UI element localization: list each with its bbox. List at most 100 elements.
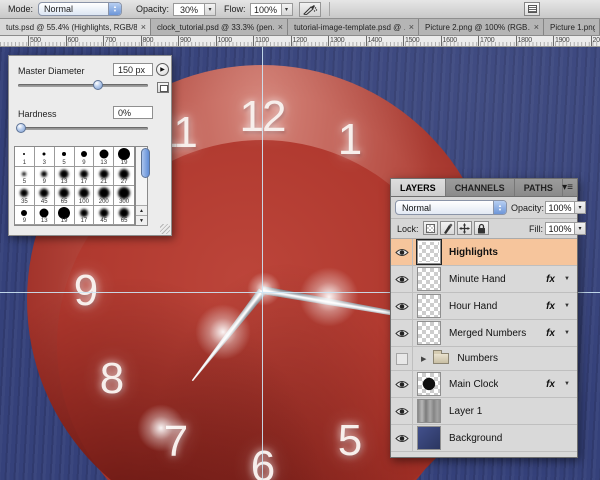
brush-preset[interactable]: 13 bbox=[55, 167, 75, 187]
document-tab[interactable]: clock_tutorial.psd @ 33.3% (pen…× bbox=[151, 19, 288, 35]
master-diameter-slider[interactable] bbox=[18, 84, 148, 87]
flow-slider-arrow[interactable]: ▾ bbox=[282, 3, 293, 16]
layer-row[interactable]: Merged Numbersfx▼ bbox=[391, 320, 577, 347]
hardness-input[interactable]: 0% bbox=[113, 106, 153, 119]
document-tab[interactable]: Picture 2.png @ 100% (RGB…× bbox=[419, 19, 544, 35]
tab-close-icon[interactable]: × bbox=[141, 22, 146, 32]
visibility-toggle[interactable] bbox=[391, 320, 413, 346]
panel-flyout-button[interactable]: ▶ bbox=[156, 63, 169, 76]
layer-fx-badge[interactable]: fx bbox=[546, 379, 555, 390]
brush-preset[interactable]: 19 bbox=[114, 147, 134, 167]
panel-tab-channels[interactable]: CHANNELS bbox=[446, 179, 515, 196]
group-expand-icon[interactable]: ▶ bbox=[421, 355, 426, 363]
panel-tab-paths[interactable]: PATHS bbox=[515, 179, 563, 196]
layer-fx-badge[interactable]: fx bbox=[546, 328, 555, 339]
brush-preset[interactable]: 9 bbox=[35, 167, 55, 187]
layer-thumbnail[interactable] bbox=[417, 426, 441, 450]
visibility-toggle[interactable] bbox=[391, 425, 413, 451]
hardness-slider-thumb[interactable] bbox=[16, 123, 26, 133]
lock-transparency-button[interactable] bbox=[423, 221, 438, 235]
brush-preset[interactable]: 300 bbox=[114, 186, 134, 206]
layer-fx-badge[interactable]: fx bbox=[546, 301, 555, 312]
visibility-toggle[interactable] bbox=[391, 398, 413, 424]
brush-preset[interactable]: 1 bbox=[15, 147, 35, 167]
layer-thumbnail[interactable] bbox=[417, 294, 441, 318]
layer-thumbnail[interactable] bbox=[417, 399, 441, 423]
flow-input[interactable]: 100% bbox=[250, 3, 282, 16]
opacity-input[interactable]: 30% bbox=[173, 3, 205, 16]
lock-pixels-button[interactable] bbox=[440, 221, 455, 235]
layer-row[interactable]: Background bbox=[391, 425, 577, 452]
lock-position-button[interactable] bbox=[457, 221, 472, 235]
layer-row[interactable]: Main Clockfx▼ bbox=[391, 371, 577, 398]
brush-preset[interactable]: 35 bbox=[15, 186, 35, 206]
layer-thumbnail[interactable] bbox=[417, 372, 441, 396]
panel-list-icon bbox=[528, 5, 537, 13]
create-preset-icon[interactable] bbox=[157, 82, 169, 93]
brush-preset[interactable]: 45 bbox=[35, 186, 55, 206]
layer-thumbnail[interactable] bbox=[417, 321, 441, 345]
visibility-toggle[interactable] bbox=[391, 293, 413, 319]
layer-opacity-arrow[interactable]: ▾ bbox=[575, 201, 586, 214]
layer-row[interactable]: Layer 1 bbox=[391, 398, 577, 425]
vertical-guide[interactable] bbox=[262, 47, 263, 480]
layer-thumbnail[interactable] bbox=[417, 240, 441, 264]
fx-collapse-icon[interactable]: ▼ bbox=[564, 330, 570, 336]
layer-row[interactable]: Hour Handfx▼ bbox=[391, 293, 577, 320]
brush-preset[interactable]: 100 bbox=[75, 186, 95, 206]
opacity-slider-arrow[interactable]: ▾ bbox=[205, 3, 216, 16]
visibility-toggle[interactable] bbox=[391, 239, 413, 265]
document-tab[interactable]: tutorial-image-template.psd @ …× bbox=[288, 19, 419, 35]
brush-preset[interactable]: 9 bbox=[75, 147, 95, 167]
layer-thumbnail[interactable] bbox=[417, 267, 441, 291]
scrollbar-thumb[interactable] bbox=[141, 148, 150, 178]
brush-preset[interactable]: 21 bbox=[94, 167, 114, 187]
document-tab[interactable]: tuts.psd @ 55.4% (Highlights, RGB/8) *× bbox=[0, 19, 151, 35]
brush-preset[interactable]: 200 bbox=[94, 186, 114, 206]
brush-preset[interactable]: 65 bbox=[114, 206, 134, 226]
brush-preset[interactable]: 17 bbox=[75, 206, 95, 226]
airbrush-button[interactable] bbox=[299, 2, 321, 17]
tab-close-icon[interactable]: × bbox=[278, 22, 283, 32]
fx-collapse-icon[interactable]: ▼ bbox=[564, 276, 570, 282]
layer-opacity-input[interactable]: 100% bbox=[545, 201, 575, 214]
layer-row[interactable]: Minute Handfx▼ bbox=[391, 266, 577, 293]
brush-preset[interactable]: 27 bbox=[114, 167, 134, 187]
brush-grid-scrollbar[interactable]: ▲ ▼ bbox=[135, 146, 148, 226]
layer-fx-badge[interactable]: fx bbox=[546, 274, 555, 285]
master-diameter-slider-thumb[interactable] bbox=[93, 80, 103, 90]
resize-grip[interactable] bbox=[160, 224, 170, 234]
layer-blend-mode-select[interactable]: Normal ▲▼ bbox=[395, 200, 507, 215]
brush-preset[interactable]: 3 bbox=[35, 147, 55, 167]
visibility-toggle[interactable] bbox=[391, 371, 413, 397]
brush-preset[interactable]: 19 bbox=[55, 206, 75, 226]
panel-menu-icon[interactable]: ▾≡ bbox=[562, 182, 573, 194]
brush-preset[interactable]: 5 bbox=[15, 167, 35, 187]
fx-collapse-icon[interactable]: ▼ bbox=[564, 381, 570, 387]
brush-preset[interactable]: 17 bbox=[75, 167, 95, 187]
master-diameter-input[interactable]: 150 px bbox=[113, 63, 153, 76]
visibility-toggle[interactable] bbox=[391, 347, 413, 370]
tab-close-icon[interactable]: × bbox=[534, 22, 539, 32]
lock-all-button[interactable] bbox=[474, 221, 489, 235]
layer-row[interactable]: ▶Numbers bbox=[391, 347, 577, 371]
layer-row[interactable]: Highlights bbox=[391, 239, 577, 266]
toggle-panels-button[interactable] bbox=[524, 2, 540, 16]
blend-mode-select[interactable]: Normal ▲▼ bbox=[38, 2, 122, 16]
fx-collapse-icon[interactable]: ▼ bbox=[564, 303, 570, 309]
scroll-down-button[interactable]: ▼ bbox=[136, 215, 147, 225]
fill-input[interactable]: 100% bbox=[545, 222, 575, 235]
hardness-slider[interactable] bbox=[18, 127, 148, 130]
visibility-toggle[interactable] bbox=[391, 266, 413, 292]
brush-preset[interactable]: 65 bbox=[55, 186, 75, 206]
brush-preset[interactable]: 45 bbox=[94, 206, 114, 226]
brush-preset[interactable]: 13 bbox=[35, 206, 55, 226]
brush-preset[interactable]: 9 bbox=[15, 206, 35, 226]
fill-arrow[interactable]: ▾ bbox=[575, 222, 586, 235]
brush-preset[interactable]: 13 bbox=[94, 147, 114, 167]
brush-preset[interactable]: 5 bbox=[55, 147, 75, 167]
document-tab[interactable]: Picture 1.png @ bbox=[544, 19, 600, 35]
scroll-up-button[interactable]: ▲ bbox=[136, 205, 147, 215]
tab-close-icon[interactable]: × bbox=[409, 22, 414, 32]
panel-tab-layers[interactable]: LAYERS bbox=[391, 179, 446, 196]
